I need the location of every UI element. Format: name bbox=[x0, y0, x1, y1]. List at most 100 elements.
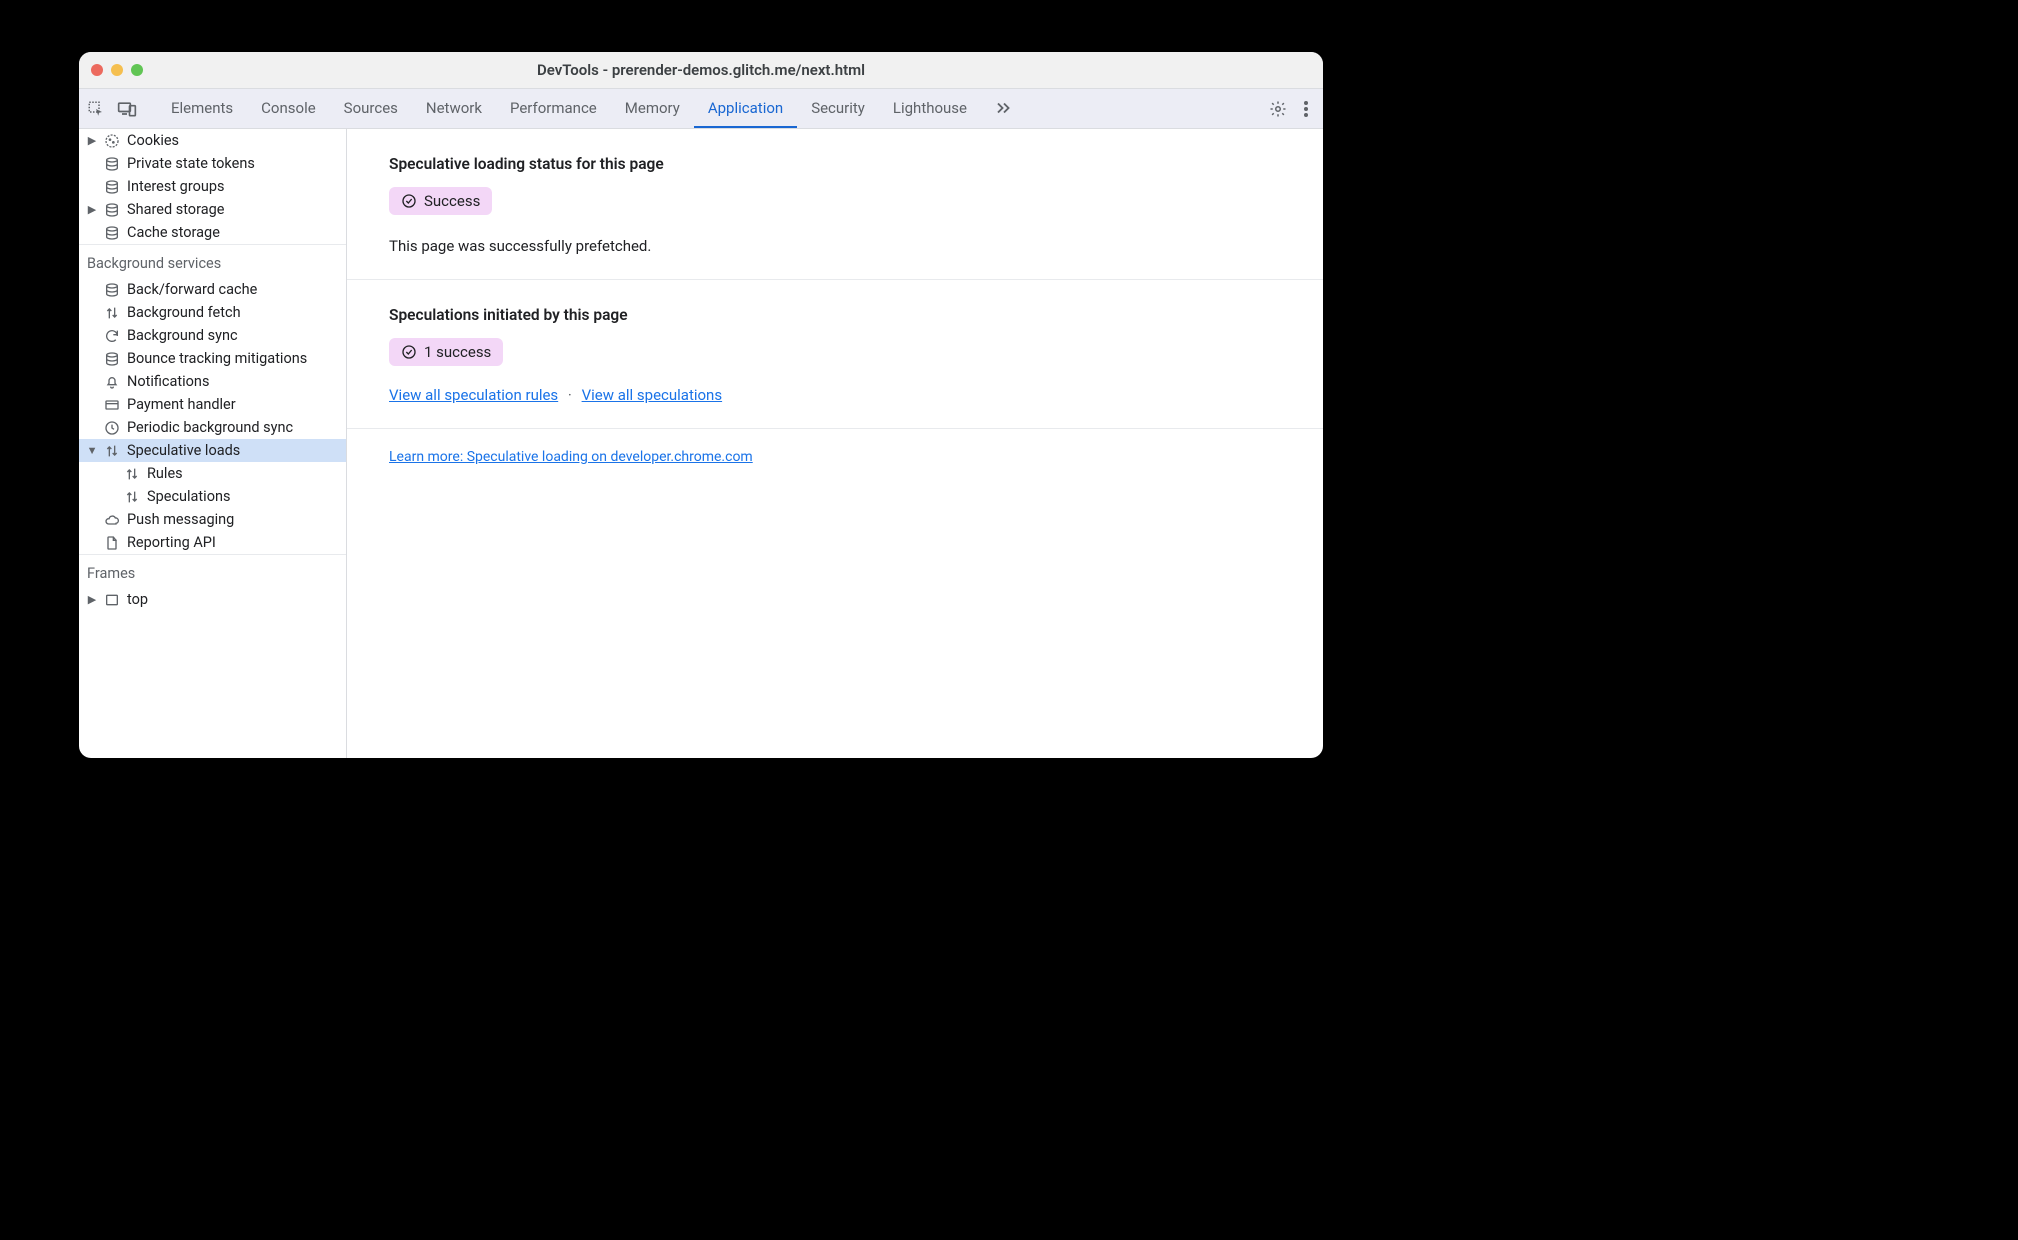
view-speculations-link[interactable]: View all speculations bbox=[582, 386, 723, 404]
toolbar-right bbox=[1269, 100, 1315, 118]
sync-icon bbox=[103, 328, 121, 344]
database-icon bbox=[103, 282, 121, 298]
sidebar-item-label: Cache storage bbox=[127, 224, 220, 241]
speculations-badge-text: 1 success bbox=[424, 343, 491, 361]
sidebar-item-payment-handler[interactable]: Payment handler bbox=[79, 393, 346, 416]
check-circle-icon bbox=[401, 193, 417, 209]
sidebar-item-interest-groups[interactable]: Interest groups bbox=[79, 175, 346, 198]
credit-card-icon bbox=[103, 397, 121, 413]
chevron-right-icon: ▶ bbox=[87, 593, 97, 606]
tab-strip: Elements Console Sources Network Perform… bbox=[157, 89, 1027, 128]
sidebar-item-cache-storage[interactable]: Cache storage bbox=[79, 221, 346, 244]
sidebar-item-label: Speculations bbox=[147, 488, 230, 505]
inspect-element-icon[interactable] bbox=[87, 100, 105, 118]
speculations-badge: 1 success bbox=[389, 338, 503, 366]
learn-more-section: Learn more: Speculative loading on devel… bbox=[347, 428, 1323, 485]
sidebar-item-label: Reporting API bbox=[127, 534, 216, 551]
sidebar-item-rules[interactable]: Rules bbox=[79, 462, 346, 485]
sidebar-item-periodic-sync[interactable]: Periodic background sync bbox=[79, 416, 346, 439]
database-icon bbox=[103, 156, 121, 172]
sidebar-item-label: Notifications bbox=[127, 373, 209, 390]
window-title: DevTools - prerender-demos.glitch.me/nex… bbox=[79, 61, 1323, 79]
status-badge: Success bbox=[389, 187, 492, 215]
sidebar-item-private-state-tokens[interactable]: Private state tokens bbox=[79, 152, 346, 175]
tab-elements[interactable]: Elements bbox=[157, 89, 247, 128]
sidebar-item-background-sync[interactable]: Background sync bbox=[79, 324, 346, 347]
database-icon bbox=[103, 351, 121, 367]
sidebar-item-label: Background sync bbox=[127, 327, 238, 344]
separator-dot: · bbox=[568, 386, 572, 404]
chevron-right-icon: ▶ bbox=[87, 203, 97, 216]
sidebar-item-cookies[interactable]: ▶ Cookies bbox=[79, 129, 346, 152]
sidebar-item-label: Back/forward cache bbox=[127, 281, 257, 298]
sidebar-item-label: Periodic background sync bbox=[127, 419, 293, 436]
sidebar-item-background-fetch[interactable]: Background fetch bbox=[79, 301, 346, 324]
speculations-section: Speculations initiated by this page 1 su… bbox=[347, 279, 1323, 428]
tab-security[interactable]: Security bbox=[797, 89, 879, 128]
speculations-heading: Speculations initiated by this page bbox=[389, 306, 1281, 324]
sidebar-item-reporting-api[interactable]: Reporting API bbox=[79, 531, 346, 554]
database-icon bbox=[103, 179, 121, 195]
sidebar-section-frames: Frames bbox=[79, 554, 346, 588]
settings-icon[interactable] bbox=[1269, 100, 1287, 118]
sidebar-item-label: Payment handler bbox=[127, 396, 236, 413]
status-description: This page was successfully prefetched. bbox=[389, 237, 1281, 255]
sidebar-item-label: Push messaging bbox=[127, 511, 234, 528]
tab-console[interactable]: Console bbox=[247, 89, 330, 128]
sidebar-item-label: Interest groups bbox=[127, 178, 224, 195]
tab-network[interactable]: Network bbox=[412, 89, 496, 128]
sidebar-item-frame-top[interactable]: ▶ top bbox=[79, 588, 346, 611]
sidebar-item-speculative-loads[interactable]: ▼ Speculative loads bbox=[79, 439, 346, 462]
main-panel: Speculative loading status for this page… bbox=[347, 129, 1323, 758]
cookie-icon bbox=[103, 133, 121, 149]
bell-icon bbox=[103, 374, 121, 390]
tab-lighthouse[interactable]: Lighthouse bbox=[879, 89, 981, 128]
chevron-right-icon: ▶ bbox=[87, 134, 97, 147]
database-icon bbox=[103, 202, 121, 218]
up-down-arrows-icon bbox=[123, 466, 141, 482]
sidebar-item-label: Shared storage bbox=[127, 201, 224, 218]
view-rules-link[interactable]: View all speculation rules bbox=[389, 386, 558, 404]
database-icon bbox=[103, 225, 121, 241]
sidebar-section-background-services: Background services bbox=[79, 244, 346, 278]
sidebar-item-notifications[interactable]: Notifications bbox=[79, 370, 346, 393]
sidebar-item-label: Rules bbox=[147, 465, 183, 482]
sidebar-item-label: Speculative loads bbox=[127, 442, 240, 459]
status-badge-text: Success bbox=[424, 192, 480, 210]
devtools-window: DevTools - prerender-demos.glitch.me/nex… bbox=[79, 52, 1323, 758]
learn-more-link[interactable]: Learn more: Speculative loading on devel… bbox=[389, 449, 753, 465]
sidebar-item-label: Private state tokens bbox=[127, 155, 255, 172]
toolbar: Elements Console Sources Network Perform… bbox=[79, 89, 1323, 129]
check-circle-icon bbox=[401, 344, 417, 360]
clock-icon bbox=[103, 420, 121, 436]
speculation-links: View all speculation rules · View all sp… bbox=[389, 386, 1281, 404]
tab-sources[interactable]: Sources bbox=[330, 89, 412, 128]
frame-icon bbox=[103, 592, 121, 608]
sidebar-item-shared-storage[interactable]: ▶ Shared storage bbox=[79, 198, 346, 221]
body: ▶ Cookies Private state tokens Interest … bbox=[79, 129, 1323, 758]
titlebar: DevTools - prerender-demos.glitch.me/nex… bbox=[79, 52, 1323, 89]
cloud-icon bbox=[103, 512, 121, 528]
sidebar-item-label: Background fetch bbox=[127, 304, 241, 321]
tab-memory[interactable]: Memory bbox=[611, 89, 694, 128]
sidebar-item-label: Bounce tracking mitigations bbox=[127, 350, 307, 367]
up-down-arrows-icon bbox=[103, 305, 121, 321]
up-down-arrows-icon bbox=[123, 489, 141, 505]
sidebar-item-bounce-tracking[interactable]: Bounce tracking mitigations bbox=[79, 347, 346, 370]
sidebar-item-label: Cookies bbox=[127, 132, 179, 149]
sidebar-item-label: top bbox=[127, 591, 148, 608]
sidebar-item-bfcache[interactable]: Back/forward cache bbox=[79, 278, 346, 301]
status-heading: Speculative loading status for this page bbox=[389, 155, 1281, 173]
status-section: Speculative loading status for this page… bbox=[347, 129, 1323, 279]
more-menu-icon[interactable] bbox=[1303, 100, 1309, 118]
file-icon bbox=[103, 535, 121, 551]
chevron-down-icon: ▼ bbox=[87, 444, 97, 457]
tab-performance[interactable]: Performance bbox=[496, 89, 611, 128]
sidebar-item-speculations[interactable]: Speculations bbox=[79, 485, 346, 508]
sidebar-item-push-messaging[interactable]: Push messaging bbox=[79, 508, 346, 531]
tab-overflow[interactable] bbox=[981, 89, 1027, 128]
up-down-arrows-icon bbox=[103, 443, 121, 459]
tab-application[interactable]: Application bbox=[694, 89, 797, 128]
device-toggle-icon[interactable] bbox=[117, 100, 137, 118]
toolbar-left-icons bbox=[87, 100, 137, 118]
